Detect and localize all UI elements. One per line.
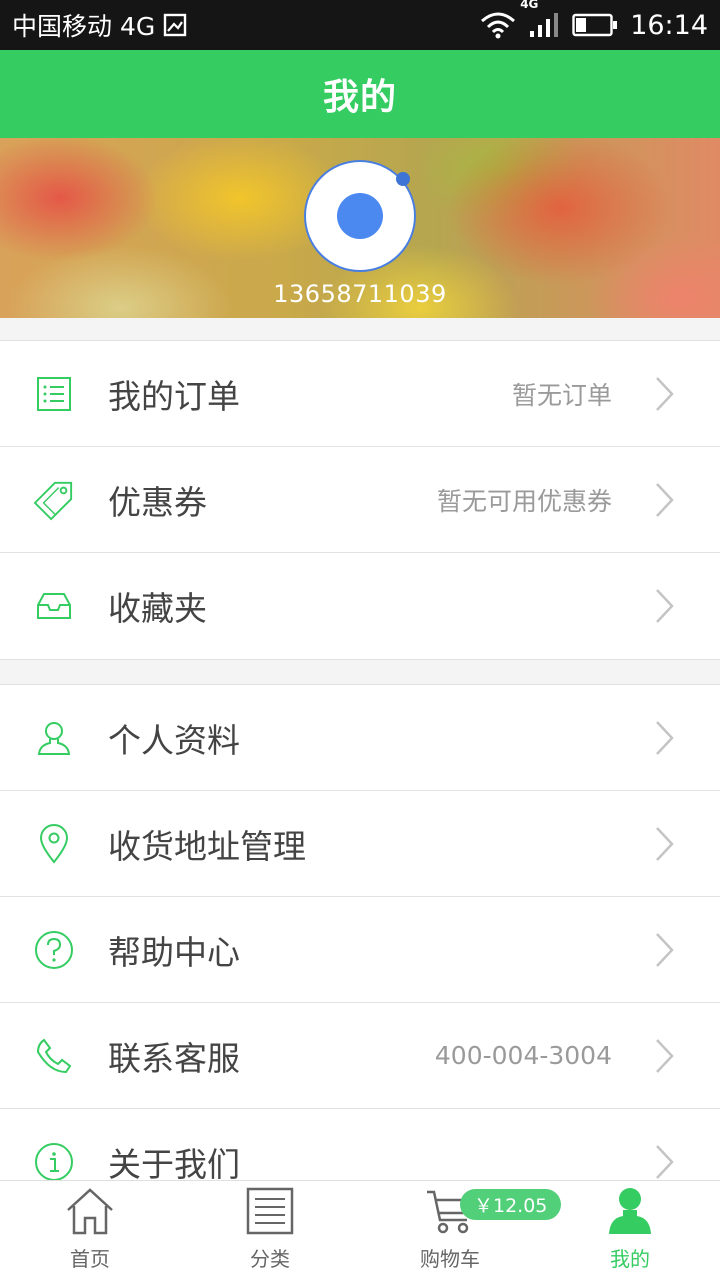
tab-cart[interactable]: ￥12.05 购物车 xyxy=(360,1181,562,1280)
menu-item-label: 我的订单 xyxy=(108,376,240,416)
chevron-right-icon xyxy=(656,1145,674,1179)
menu-item-help[interactable]: 帮助中心 xyxy=(0,897,720,1003)
menu-item-label: 帮助中心 xyxy=(108,932,240,972)
avatar[interactable] xyxy=(304,160,416,272)
bottom-tab-bar: 首页 分类 ￥12.05 购物车 我的 xyxy=(0,1180,720,1280)
menu-item-orders[interactable]: 我的订单 暂无订单 xyxy=(0,341,720,447)
tab-label: 购物车 xyxy=(420,1247,480,1271)
carrier-label: 中国移动 4G xyxy=(12,12,156,41)
home-icon xyxy=(62,1183,118,1239)
tab-home[interactable]: 首页 xyxy=(0,1181,180,1280)
coupon-tag-icon xyxy=(34,480,74,520)
order-list-icon xyxy=(34,374,74,414)
clock: 16:14 xyxy=(630,9,708,41)
signal-icon: 4G xyxy=(520,0,560,39)
tab-label: 首页 xyxy=(70,1247,110,1271)
menu-item-label: 优惠券 xyxy=(108,482,207,522)
menu-item-coupons[interactable]: 优惠券 暂无可用优惠券 xyxy=(0,447,720,553)
profile-banner: 13658711039 xyxy=(0,138,720,318)
menu-item-favorites[interactable]: 收藏夹 xyxy=(0,553,720,659)
chevron-right-icon xyxy=(656,589,674,623)
menu-item-address[interactable]: 收货地址管理 xyxy=(0,791,720,897)
user-phone: 13658711039 xyxy=(273,280,447,308)
profile-icon xyxy=(602,1183,658,1239)
help-icon xyxy=(34,930,74,970)
menu-item-label: 收藏夹 xyxy=(108,589,207,628)
user-icon xyxy=(34,718,74,758)
tab-label: 我的 xyxy=(610,1247,650,1271)
menu-item-label: 收货地址管理 xyxy=(108,826,306,866)
menu-item-label: 关于我们 xyxy=(108,1145,240,1184)
page-title: 我的 xyxy=(322,77,397,118)
menu-item-value: 400-004-3004 xyxy=(434,1041,612,1070)
avatar-badge xyxy=(396,172,410,186)
image-notification-icon xyxy=(163,13,187,37)
phone-icon xyxy=(34,1036,74,1076)
chevron-right-icon xyxy=(656,482,674,517)
menu-item-value: 暂无订单 xyxy=(511,380,612,410)
menu-group-orders: 我的订单 暂无订单 优惠券 暂无可用优惠券 收藏夹 xyxy=(0,340,720,660)
tab-profile[interactable]: 我的 xyxy=(540,1181,720,1280)
chevron-right-icon xyxy=(656,826,674,861)
favorites-inbox-icon xyxy=(34,586,74,626)
network-badge: 4G xyxy=(520,0,539,11)
chevron-right-icon xyxy=(656,376,674,411)
menu-item-profile[interactable]: 个人资料 xyxy=(0,685,720,791)
battery-icon xyxy=(572,12,618,38)
menu-item-customer-service[interactable]: 联系客服 400-004-3004 xyxy=(0,1003,720,1109)
avatar-image xyxy=(337,193,383,239)
status-bar: 中国移动 4G 4G 16:14 xyxy=(0,0,720,50)
chevron-right-icon xyxy=(656,932,674,967)
menu-group-account: 个人资料 收货地址管理 帮助中心 联系客服 400-004-3004 关于我们 xyxy=(0,684,720,1216)
location-pin-icon xyxy=(34,823,74,864)
app-header: 我的 xyxy=(0,50,720,138)
chevron-right-icon xyxy=(656,1038,674,1073)
info-icon xyxy=(34,1142,74,1182)
menu-item-label: 联系客服 xyxy=(108,1038,240,1078)
category-list-icon xyxy=(242,1183,298,1239)
menu-item-value: 暂无可用优惠券 xyxy=(436,486,612,516)
wifi-icon xyxy=(480,11,516,39)
tab-label: 分类 xyxy=(250,1247,290,1271)
chevron-right-icon xyxy=(656,720,674,755)
menu-item-label: 个人资料 xyxy=(108,720,240,760)
tab-category[interactable]: 分类 xyxy=(180,1181,360,1280)
